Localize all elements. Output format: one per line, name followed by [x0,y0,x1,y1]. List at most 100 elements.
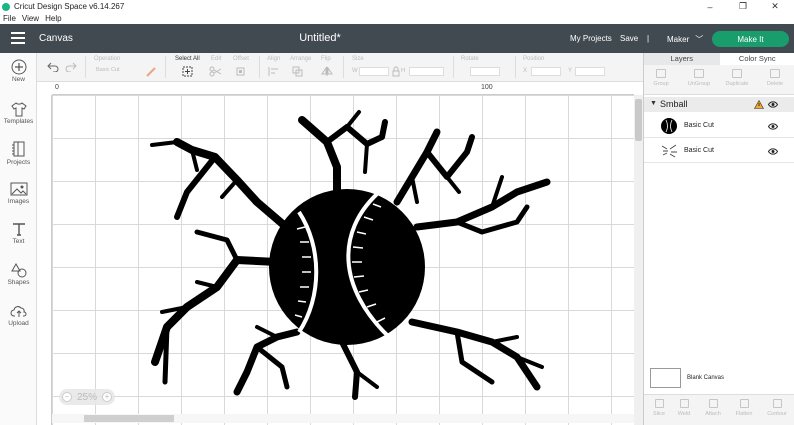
eye-icon[interactable] [768,148,778,155]
machine-select[interactable]: Maker ﹀ [667,34,703,45]
flip-icon[interactable] [321,66,333,77]
left-sidebar: New Templates Projects Images Text Shape… [0,53,37,425]
warning-icon[interactable] [754,100,764,109]
collapse-arrow-icon[interactable]: ▼ [650,100,657,107]
close-button[interactable]: ✕ [760,0,790,13]
attach-button[interactable]: Attach [698,399,728,417]
pos-x-label: X [523,68,528,74]
contour-label: Contour [767,411,787,417]
maximize-button[interactable]: ❐ [728,0,758,13]
edit-toolbar: Operation Basic Cut Select All Edit Offs… [37,53,643,82]
sidebar-item-shapes[interactable]: Shapes [0,262,37,286]
minimize-button[interactable]: – [695,0,725,13]
group-button[interactable]: Group [642,69,680,87]
edit-label: Edit [211,56,222,62]
blank-canvas-label: Blank Canvas [687,375,725,381]
sidebar-item-new[interactable]: New [0,59,37,83]
my-projects-button[interactable]: My Projects [570,34,612,43]
horizontal-scrollbar[interactable] [52,414,634,423]
layer-group-row[interactable]: ▼ Smball [644,97,794,112]
pos-x-input[interactable] [531,67,561,76]
select-all-label: Select All [175,56,200,62]
scroll-thumb[interactable] [84,415,174,422]
delete-button[interactable]: Delete [756,69,794,87]
redo-icon[interactable] [65,62,77,72]
contour-icon [772,399,782,408]
zoom-out-button[interactable]: − [62,392,72,402]
scissors-icon[interactable] [209,66,223,77]
toolbar-divider [85,56,86,78]
sidebar-item-label: Images [7,198,30,205]
arrange-icon[interactable] [292,66,304,77]
align-icon[interactable] [268,66,280,77]
toolbar-divider [515,56,516,78]
blank-canvas-swatch[interactable] [650,368,681,388]
flatten-button[interactable]: Flatten [729,399,759,417]
upload-icon [10,306,26,317]
layer-row[interactable]: Basic Cut [644,114,794,138]
pen-color-icon[interactable] [145,66,157,78]
text-icon [12,223,25,236]
eye-icon[interactable] [768,101,778,108]
tab-layers[interactable]: Layers [644,53,720,65]
zoom-in-button[interactable]: + [101,392,112,402]
group-icon [656,69,666,78]
chevron-down-icon: ﹀ [695,35,704,44]
operation-select[interactable]: Basic Cut [94,66,138,75]
sidebar-item-label: Upload [8,320,29,327]
undo-icon[interactable] [47,62,59,72]
sidebar-item-label: Shapes [7,279,30,286]
toolbar-divider [165,56,166,78]
sidebar-item-upload[interactable]: Upload [0,303,37,327]
flatten-icon [739,399,749,408]
rotate-label: Rotate [461,56,479,62]
slice-label: Slice [653,411,665,417]
plus-icon [11,59,26,75]
vertical-scrollbar[interactable] [634,95,643,425]
menu-file[interactable]: File [0,14,19,23]
width-input[interactable] [359,67,389,76]
arrange-label: Arrange [290,56,312,62]
design-canvas[interactable]: 0 100 − 25% + [37,82,643,425]
sidebar-item-projects[interactable]: Projects [0,140,37,166]
rotate-input[interactable] [470,67,500,76]
tab-color-sync[interactable]: Color Sync [720,53,794,65]
layer-group-name: Smball [660,99,688,109]
sidebar-item-label: Projects [6,159,31,166]
contour-button[interactable]: Contour [762,399,792,417]
pos-y-input[interactable] [575,67,605,76]
duplicate-button[interactable]: Duplicate [718,69,756,87]
toolbar-divider [259,56,260,78]
attach-label: Attach [705,411,721,417]
operation-label: Operation [94,56,121,62]
duplicate-label: Duplicate [725,81,749,87]
save-button[interactable]: Save [620,34,638,43]
machine-label: Maker [667,35,690,44]
title-bar: Cricut Design Space v6.14.267 – ❐ ✕ [0,0,794,13]
offset-icon[interactable] [235,66,249,77]
eye-icon[interactable] [768,123,778,130]
height-input[interactable] [409,67,444,76]
ungroup-icon [694,69,704,78]
header-separator: | [647,34,650,43]
layer-bottom-tools: Slice Weld Attach Flatten Contour [644,394,794,425]
document-title[interactable]: Untitled* [0,32,640,44]
lock-icon[interactable] [392,66,400,77]
ungroup-button[interactable]: UnGroup [680,69,718,87]
trash-icon [770,69,780,78]
scroll-thumb[interactable] [635,99,642,141]
layers-panel: Layers Color Sync Group UnGroup Duplicat… [643,53,794,425]
sidebar-item-templates[interactable]: Templates [0,101,37,125]
flip-label: Flip [321,56,331,62]
position-label: Position [523,56,545,62]
layer-row[interactable]: Basic Cut [644,139,794,163]
make-it-button[interactable]: Make It [712,31,789,47]
menu-view[interactable]: View [19,14,42,23]
baseball-crack-design[interactable] [37,82,643,425]
menu-help[interactable]: Help [42,14,64,23]
select-all-icon[interactable] [182,66,193,77]
weld-button[interactable]: Weld [669,399,699,417]
sidebar-item-text[interactable]: Text [0,221,37,245]
sidebar-item-images[interactable]: Images [0,181,37,205]
zoom-level: 25% [76,391,97,403]
